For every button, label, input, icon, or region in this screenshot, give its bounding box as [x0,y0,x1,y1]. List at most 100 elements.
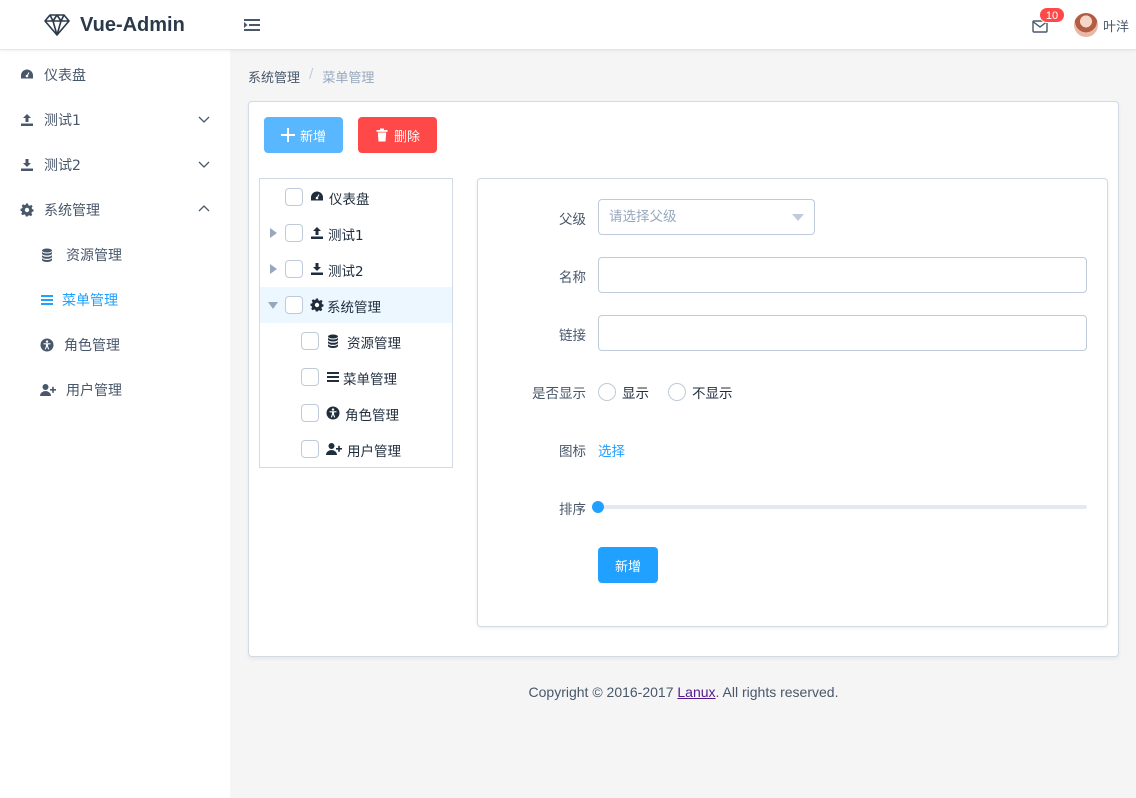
footer-copyright: Copyright © 2016-2017 [528,684,678,700]
sidebar-item-test2[interactable]: 测试2 [0,142,230,187]
submit-button-label: 新增 [614,558,641,574]
logo[interactable]: Vue-Admin [44,0,185,50]
tree-node-dashboard[interactable]: 仪表盘 [260,179,452,215]
icon-select-link[interactable]: 选择 [598,440,625,460]
list-icon [40,293,54,307]
chevron-down-icon [198,116,210,123]
dashboard-icon [310,190,324,204]
gear-icon [310,298,324,312]
sidebar-item-resources[interactable]: 资源管理 [0,232,230,277]
link-input[interactable] [598,315,1087,351]
app-title: Vue-Admin [80,13,185,36]
trash-icon [376,128,388,142]
download-icon [310,262,324,276]
sidebar-item-roles[interactable]: 角色管理 [0,322,230,367]
tree-node-label: 菜单管理 [343,372,397,388]
notification-badge: 10 [1039,7,1065,23]
tree-node-label: 系统管理 [327,300,381,316]
upload-icon [20,113,34,127]
visible-radio-show[interactable]: 显示 [598,382,649,402]
tree-checkbox[interactable] [301,440,319,458]
order-label: 排序 [559,502,586,518]
footer-suffix: . All rights reserved. [715,684,839,700]
sidebar-toggle-icon[interactable] [244,17,262,33]
chevron-down-icon [198,161,210,168]
plus-icon [280,128,295,142]
tree-node-label: 用户管理 [347,444,401,460]
tree-node-users[interactable]: 用户管理 [260,431,452,467]
tree-node-label: 测试1 [328,228,364,244]
sidebar-item-label: 资源管理 [66,247,122,264]
breadcrumb-item: 菜单管理 [322,71,375,86]
sidebar-item-dashboard[interactable]: 仪表盘 [0,52,230,97]
radio-circle[interactable] [668,383,686,401]
tree-node-menus[interactable]: 菜单管理 [260,359,452,395]
avatar[interactable] [1074,13,1098,37]
tree-node-test2[interactable]: 测试2 [260,251,452,287]
sidebar-item-test1[interactable]: 测试1 [0,97,230,142]
expand-caret-icon[interactable] [270,264,277,274]
sidebar-item-label: 系统管理 [44,202,100,219]
delete-button-label: 删除 [393,128,420,144]
sidebar-item-label: 仪表盘 [44,67,86,84]
user-plus-icon [40,383,56,397]
tree-node-system[interactable]: 系统管理 [260,287,452,323]
visible-label: 是否显示 [532,386,586,402]
database-icon [40,248,54,262]
tree-node-label: 角色管理 [345,408,399,424]
upload-icon [310,226,324,240]
sidebar-item-label: 菜单管理 [62,292,118,309]
parent-label: 父级 [559,212,586,228]
name-label: 名称 [559,270,586,286]
breadcrumb-item[interactable]: 系统管理 [248,67,300,86]
delete-button[interactable]: 删除 [358,117,437,153]
order-slider-handle[interactable] [592,501,604,513]
visible-radio-hide[interactable]: 不显示 [668,382,733,402]
chevron-up-icon [198,205,210,212]
tree-checkbox[interactable] [285,296,303,314]
tree-checkbox[interactable] [285,188,303,206]
tree-checkbox[interactable] [301,368,319,386]
radio-label: 不显示 [692,386,733,402]
dropdown-caret-icon [792,214,804,221]
diamond-icon [44,14,70,36]
username[interactable]: 叶洋 [1103,16,1129,35]
user-plus-icon [326,442,342,456]
tree-checkbox[interactable] [301,404,319,422]
tree-checkbox[interactable] [301,332,319,350]
breadcrumb-separator: / [309,67,314,82]
sidebar-item-system[interactable]: 系统管理 [0,187,230,232]
footer-link[interactable]: Lanux [677,684,715,700]
tree-node-roles[interactable]: 角色管理 [260,395,452,431]
tree-checkbox[interactable] [285,224,303,242]
top-header: Vue-Admin 10 叶洋 [0,0,1136,50]
name-input[interactable] [598,257,1087,293]
tree-checkbox[interactable] [285,260,303,278]
parent-select[interactable]: 请选择父级 [598,199,815,235]
sidebar-item-label: 角色管理 [64,337,120,354]
database-icon [326,334,340,348]
link-label: 链接 [559,328,586,344]
menu-tree: 仪表盘 测试1 测试2 系统管理 资源管理 菜单管理 角色管理 用户管理 [259,178,453,468]
expand-caret-icon[interactable] [270,228,277,238]
collapse-caret-icon[interactable] [268,302,278,309]
sidebar: 仪表盘 测试1 测试2 系统管理 资源管理 菜单管理 角色管理 用户管理 [0,50,230,798]
tree-node-label: 仪表盘 [329,192,370,208]
tree-node-test1[interactable]: 测试1 [260,215,452,251]
tree-node-label: 测试2 [328,264,364,280]
radio-label: 显示 [622,386,649,402]
accessibility-icon [326,406,340,420]
submit-button[interactable]: 新增 [598,547,658,583]
radio-circle[interactable] [598,383,616,401]
tree-node-label: 资源管理 [347,336,401,352]
sidebar-item-menus[interactable]: 菜单管理 [0,277,230,322]
sidebar-item-label: 用户管理 [66,382,122,399]
parent-select-placeholder: 请选择父级 [609,209,677,225]
sidebar-item-label: 测试2 [44,157,81,174]
sidebar-item-users[interactable]: 用户管理 [0,367,230,412]
tree-node-resources[interactable]: 资源管理 [260,323,452,359]
order-slider[interactable] [598,505,1087,509]
sidebar-item-label: 测试1 [44,112,81,129]
add-button[interactable]: 新增 [264,117,343,153]
list-icon [326,370,340,384]
